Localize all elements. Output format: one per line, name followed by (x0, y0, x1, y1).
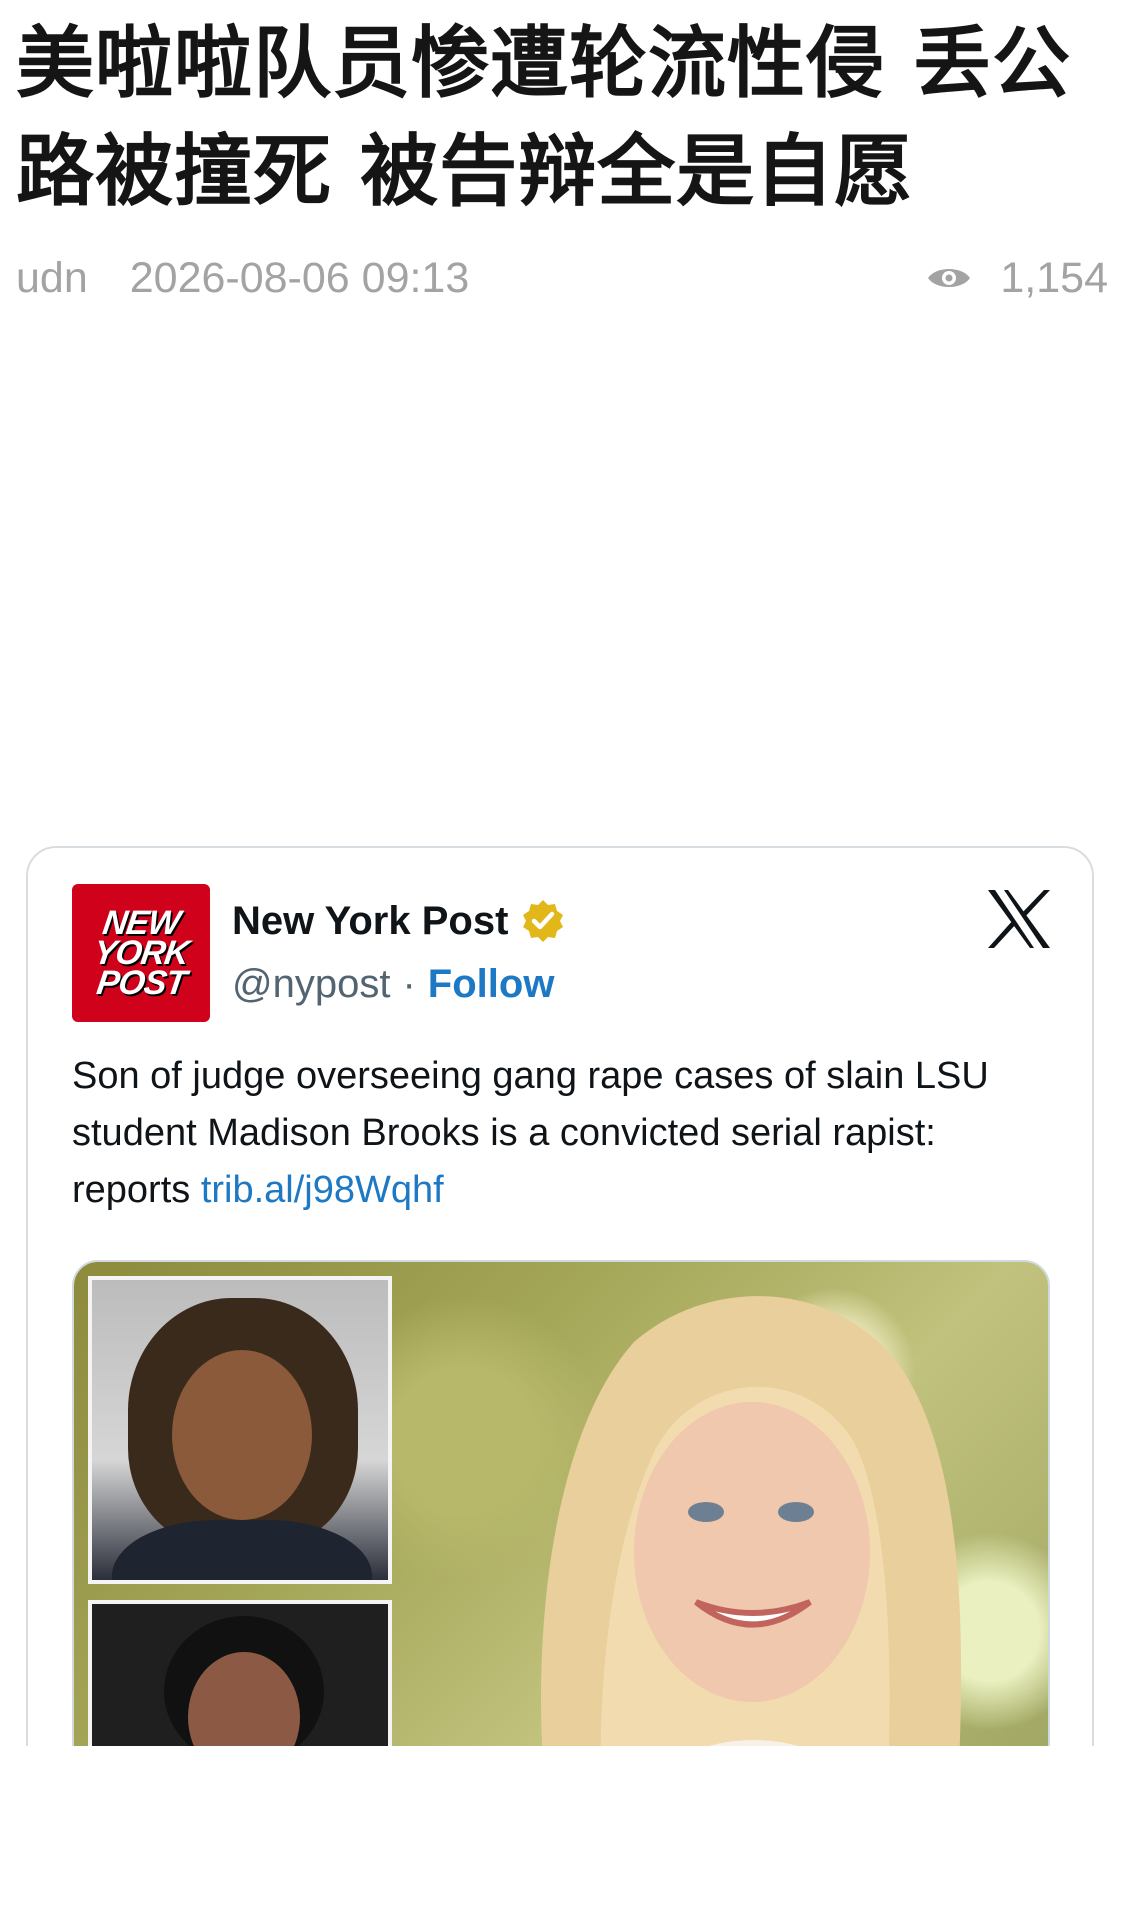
embedded-tweet-card[interactable]: NEW YORK POST New York Post @nypost · Fo… (26, 846, 1094, 1746)
account-name[interactable]: New York Post (232, 899, 508, 944)
tweet-link[interactable]: trib.al/j98Wqhf (201, 1169, 444, 1211)
eye-icon (926, 263, 972, 293)
inset-mugshot-photo (88, 1276, 392, 1584)
article-source[interactable]: udn (16, 254, 88, 303)
tweet-header: NEW YORK POST New York Post @nypost · Fo… (72, 884, 1052, 1024)
article-datetime: 2026-08-06 09:13 (129, 253, 470, 302)
person-face-shape (172, 1350, 312, 1520)
blank-bottom-area (0, 1746, 1125, 1924)
x-logo-icon[interactable] (986, 888, 1052, 950)
main-portrait-photo (484, 1262, 1004, 1746)
account-avatar[interactable]: NEW YORK POST (72, 884, 210, 1022)
tweet-media-image[interactable] (72, 1260, 1050, 1746)
verified-badge-icon (520, 898, 566, 944)
article-headline: 美啦啦队员惨遭轮流性侵 丢公路被撞死 被告辩全是自愿 (16, 19, 1072, 217)
account-name-row: New York Post (232, 898, 566, 944)
account-handle[interactable]: @nypost (232, 962, 390, 1007)
handle-row: @nypost · Follow (232, 962, 554, 1007)
person-shoulders-shape (112, 1520, 372, 1580)
avatar-text-line: POST (94, 964, 188, 1002)
view-count: 1,154 (1000, 253, 1108, 302)
separator-dot: · (402, 962, 416, 1006)
tweet-text: Son of judge overseeing gang rape cases … (72, 1048, 1062, 1219)
inset-judge-photo (88, 1600, 392, 1746)
follow-button[interactable]: Follow (428, 962, 555, 1007)
article-meta: udn 2026-08-06 09:13 1,154 (16, 254, 1108, 302)
